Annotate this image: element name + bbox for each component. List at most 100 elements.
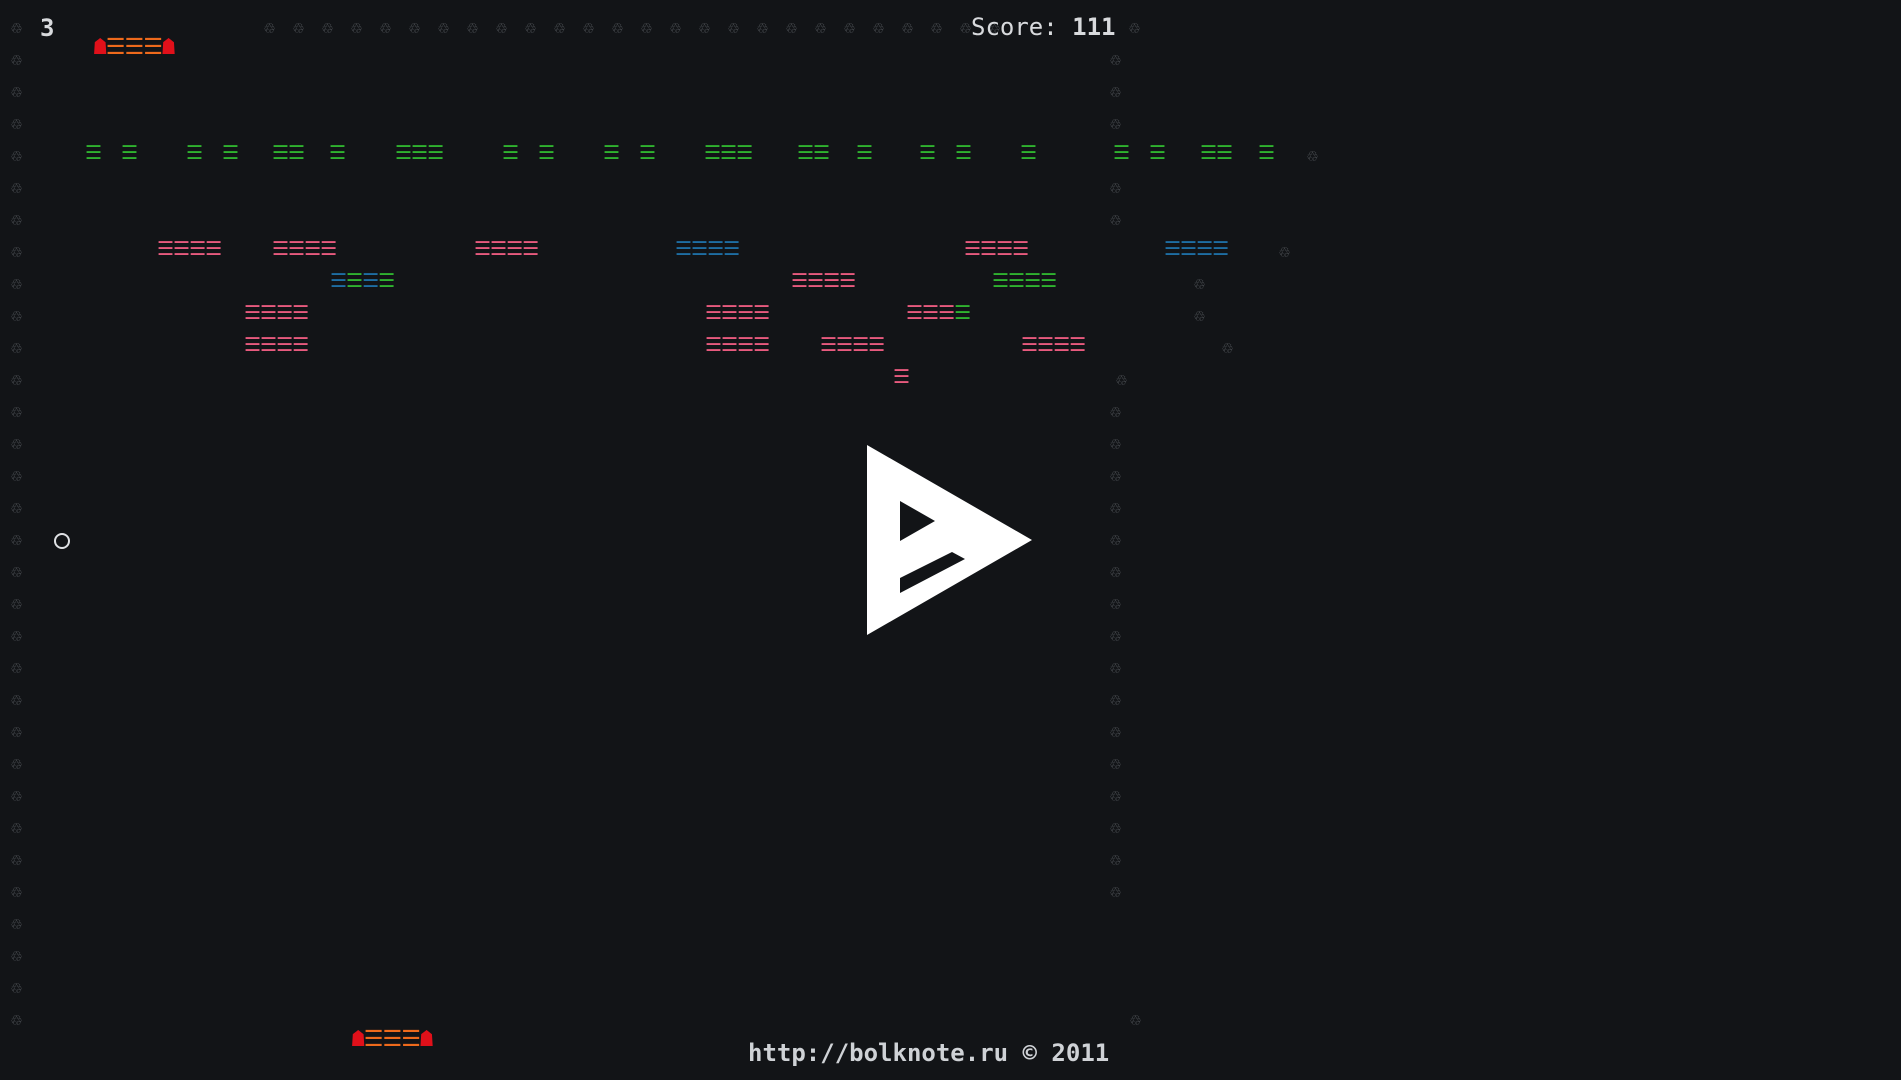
wall-tile: ♲ xyxy=(1279,241,1290,262)
wall-tile: ♲ xyxy=(525,17,536,38)
brick: ☰ xyxy=(346,270,363,292)
brick-group: ☰ xyxy=(1113,142,1130,164)
paddle-end-left: ☗ xyxy=(351,1027,365,1052)
score-label: Score: xyxy=(971,13,1058,41)
wall-tile: ♲ xyxy=(641,17,652,38)
wall-tile: ♲ xyxy=(1110,561,1121,582)
wall-tile: ♲ xyxy=(1110,625,1121,646)
wall-tile: ♲ xyxy=(11,401,22,422)
brick-group: ☰ xyxy=(856,142,873,164)
wall-tile: ♲ xyxy=(1110,497,1121,518)
wall-tile: ♲ xyxy=(11,977,22,998)
wall-tile: ♲ xyxy=(612,17,623,38)
wall-tile: ♲ xyxy=(11,433,22,454)
wall-tile: ♲ xyxy=(11,497,22,518)
wall-tile: ♲ xyxy=(1130,1009,1141,1030)
wall-tile: ♲ xyxy=(1110,657,1121,678)
wall-tile: ♲ xyxy=(1110,753,1121,774)
brick-group: ☰☰☰☰ xyxy=(244,302,309,324)
wall-tile: ♲ xyxy=(1307,145,1318,166)
paddle-end-right: ☗ xyxy=(419,1027,433,1052)
wall-tile: ♲ xyxy=(699,17,710,38)
brick: ☰ xyxy=(378,270,395,292)
wall-tile: ♲ xyxy=(815,17,826,38)
wall-tile: ♲ xyxy=(1129,17,1140,38)
wall-tile: ♲ xyxy=(380,17,391,38)
wall-tile: ♲ xyxy=(757,17,768,38)
brick: ☰ xyxy=(954,302,971,324)
wall-tile: ♲ xyxy=(11,785,22,806)
wall-tile: ♲ xyxy=(1110,593,1121,614)
brick-group: ☰ xyxy=(1258,142,1275,164)
paddle-end-right: ☗ xyxy=(161,35,175,60)
wall-tile: ♲ xyxy=(786,17,797,38)
brick-group: ☰☰ xyxy=(1200,142,1233,164)
wall-tile: ♲ xyxy=(11,689,22,710)
wall-tile: ♲ xyxy=(11,145,22,166)
wall-tile: ♲ xyxy=(293,17,304,38)
wall-tile: ♲ xyxy=(11,945,22,966)
brick: ☰ xyxy=(922,302,939,324)
wall-tile: ♲ xyxy=(11,657,22,678)
wall-tile: ♲ xyxy=(1110,433,1121,454)
brick-group: ☰☰☰☰ xyxy=(675,238,740,260)
brick-group: ☰ xyxy=(893,366,910,388)
wall-tile: ♲ xyxy=(11,881,22,902)
wall-tile: ♲ xyxy=(11,17,22,38)
wall-tile: ♲ xyxy=(960,17,971,38)
wall-tile: ♲ xyxy=(409,17,420,38)
ball xyxy=(54,533,70,549)
wall-tile: ♲ xyxy=(873,17,884,38)
wall-tile: ♲ xyxy=(1110,177,1121,198)
wall-tile: ♲ xyxy=(11,913,22,934)
wall-tile: ♲ xyxy=(11,753,22,774)
brick-group: ☰ xyxy=(186,142,203,164)
brick-group: ☰☰ xyxy=(797,142,830,164)
wall-tile: ♲ xyxy=(1110,49,1121,70)
wall-tile: ♲ xyxy=(1110,401,1121,422)
score-display: Score: 111 xyxy=(971,15,1116,39)
brick-group: ☰☰☰☰ xyxy=(244,334,309,356)
play-icon[interactable] xyxy=(865,443,1035,638)
paddle-body: ☰☰☰ xyxy=(363,1027,421,1052)
player-paddle[interactable]: ☗☰☰☰☗ xyxy=(327,1007,434,1052)
brick-group: ☰☰☰☰ xyxy=(272,238,337,260)
brick-group: ☰☰☰ xyxy=(704,142,753,164)
brick-group: ☰ xyxy=(603,142,620,164)
brick-group: ☰ xyxy=(1149,142,1166,164)
footer-link[interactable]: http://bolknote.ru © 2011 xyxy=(748,1039,1109,1067)
wall-tile: ♲ xyxy=(1110,881,1121,902)
wall-tile: ♲ xyxy=(1110,817,1121,838)
wall-tile: ♲ xyxy=(583,17,594,38)
wall-tile: ♲ xyxy=(11,529,22,550)
wall-tile: ♲ xyxy=(844,17,855,38)
wall-tile: ♲ xyxy=(1110,113,1121,134)
wall-tile: ♲ xyxy=(1110,465,1121,486)
wall-tile: ♲ xyxy=(1110,849,1121,870)
wall-tile: ♲ xyxy=(1110,209,1121,230)
wall-tile: ♲ xyxy=(496,17,507,38)
wall-tile: ♲ xyxy=(11,593,22,614)
wall-tile: ♲ xyxy=(1110,785,1121,806)
brick: ☰ xyxy=(906,302,923,324)
wall-tile: ♲ xyxy=(1110,721,1121,742)
brick-group: ☰☰☰☰ xyxy=(705,302,770,324)
brick-group: ☰☰☰☰ xyxy=(157,238,222,260)
brick-group: ☰ xyxy=(502,142,519,164)
brick-group: ☰ xyxy=(329,142,346,164)
brick-group: ☰ xyxy=(121,142,138,164)
wall-tile: ♲ xyxy=(264,17,275,38)
wall-tile: ♲ xyxy=(11,817,22,838)
lives-paddle-indicator: ☗☰☰☰☗ xyxy=(69,15,176,60)
brick-group: ☰ xyxy=(1020,142,1037,164)
wall-tile: ♲ xyxy=(11,369,22,390)
brick-group: ☰☰☰☰ xyxy=(474,238,539,260)
brick-group: ☰☰☰☰ xyxy=(820,334,885,356)
wall-tile: ♲ xyxy=(11,1009,22,1030)
wall-tile: ♲ xyxy=(11,849,22,870)
wall-tile: ♲ xyxy=(1222,337,1233,358)
wall-tile: ♲ xyxy=(11,113,22,134)
wall-tile: ♲ xyxy=(11,241,22,262)
brick-group: ☰☰☰ xyxy=(395,142,444,164)
brick-group: ☰ xyxy=(955,142,972,164)
